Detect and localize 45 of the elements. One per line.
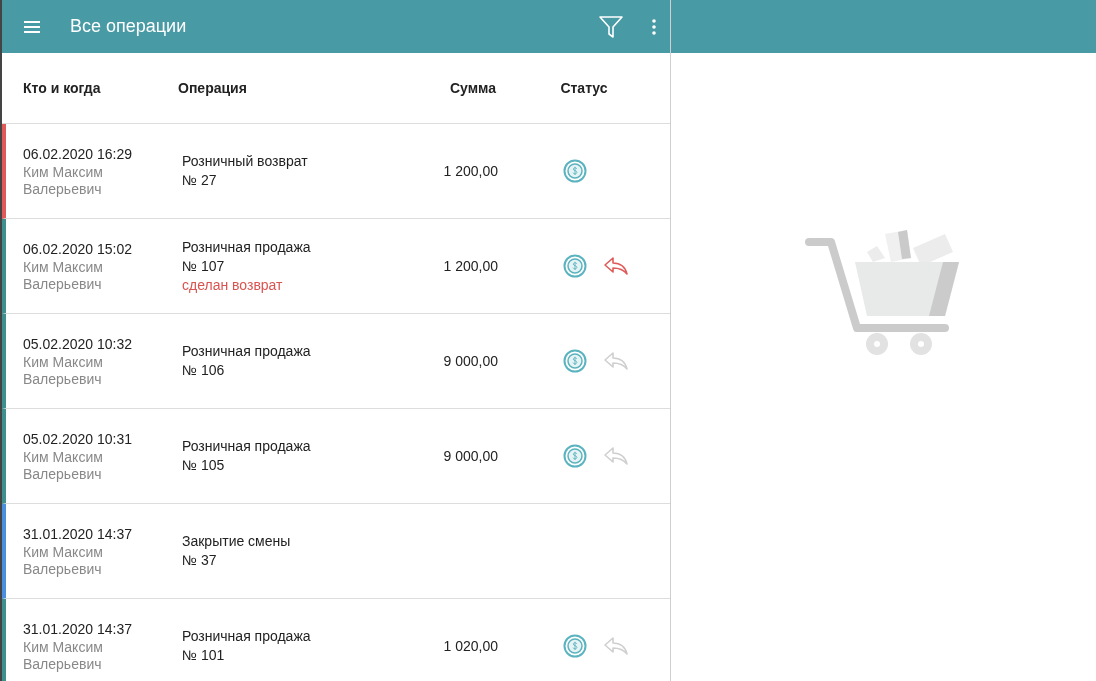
cashier-name: Ким Максим Валерьевич — [23, 258, 104, 293]
column-header: Статус — [559, 80, 609, 96]
date-time: 06.02.2020 16:29 — [23, 144, 133, 164]
menu-icon[interactable] — [22, 18, 42, 35]
date-time: 05.02.2020 10:32 — [23, 334, 133, 354]
amount: 1 200,00 — [442, 258, 498, 274]
operation-name: Розничная продажа — [182, 627, 312, 646]
date-time: 31.01.2020 14:37 — [23, 524, 133, 544]
date-time: 06.02.2020 15:02 — [23, 239, 133, 259]
operation-number: № 27 — [182, 171, 218, 190]
operation-name: Розничная продажа — [182, 342, 312, 361]
operation-name: Розничная продажа — [182, 237, 312, 257]
return-arrow-icon[interactable] — [603, 256, 629, 276]
operation-row[interactable]: 05.02.2020 10:32 Ким Максим Валерьевич Розничная продажа № 106 9 000,00 — [2, 314, 670, 409]
column-header: Кто и когда — [23, 80, 102, 96]
operation-row[interactable]: 06.02.2020 15:02 Ким Максим Валерьевич Розничная продажа № 107 сделан возврат 1 200,00 — [2, 219, 670, 314]
amount: 1 200,00 — [442, 163, 498, 179]
more-options-icon[interactable] — [652, 18, 656, 35]
amount: 9 000,00 — [442, 448, 498, 464]
cashier-name: Ким Максим Валерьевич — [23, 353, 104, 388]
operation-number: № 105 — [182, 456, 226, 475]
operation-name: Закрытие смены — [182, 532, 292, 551]
operation-name: Розничная продажа — [182, 437, 312, 456]
operation-number: № 37 — [182, 551, 218, 570]
amount: 1 020,00 — [442, 638, 498, 654]
operation-row[interactable]: 06.02.2020 16:29 Ким Максим Валерьевич Розничный возврат № 27 1 200,00 — [2, 124, 670, 219]
filter-icon[interactable] — [598, 14, 624, 39]
app-bar-title: Все операции — [70, 16, 188, 37]
cashier-name: Ким Максим Валерьевич — [23, 543, 104, 578]
column-header: Сумма — [448, 80, 497, 96]
date-time: 31.01.2020 14:37 — [23, 619, 133, 639]
amount: 9 000,00 — [442, 353, 498, 369]
date-time: 05.02.2020 10:31 — [23, 429, 133, 449]
operation-note: сделан возврат — [182, 275, 284, 295]
operation-number: № 106 — [182, 361, 226, 380]
operation-number: № 101 — [182, 646, 226, 665]
cashier-name: Ким Максим Валерьевич — [23, 163, 104, 198]
operation-number: № 107 — [182, 256, 226, 276]
operation-name: Розничный возврат — [182, 152, 309, 171]
column-header: Операция — [178, 80, 248, 96]
operation-row[interactable]: 31.01.2020 14:37 Ким Максим Валерьевич Розничная продажа № 101 1 020,00 — [2, 599, 670, 681]
cashier-name: Ким Максим Валерьевич — [23, 638, 104, 673]
operation-row[interactable]: 05.02.2020 10:31 Ким Максим Валерьевич Розничная продажа № 105 9 000,00 — [2, 409, 670, 504]
operation-row[interactable]: 31.01.2020 14:37 Ким Максим Валерьевич Закрытие смены № 37 — [2, 504, 670, 599]
cashier-name: Ким Максим Валерьевич — [23, 448, 104, 483]
